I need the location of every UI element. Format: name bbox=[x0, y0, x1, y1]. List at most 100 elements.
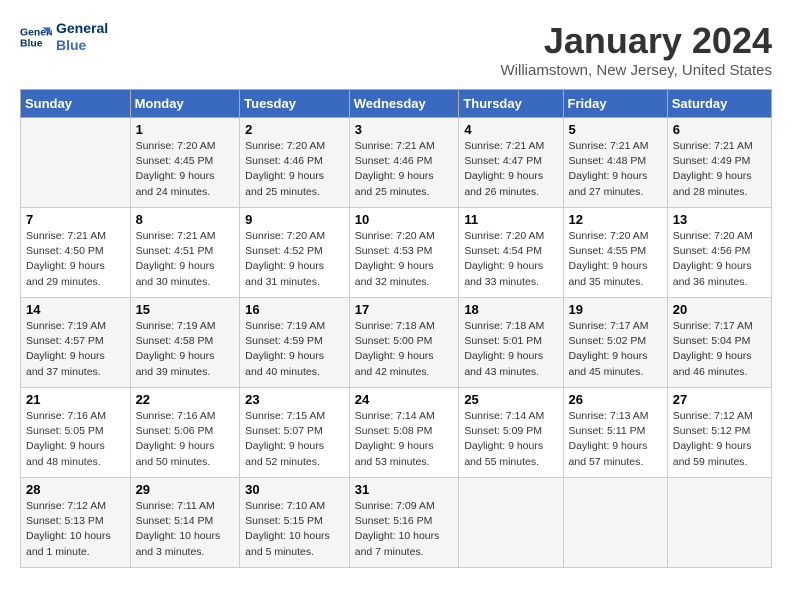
day-info: Sunrise: 7:11 AM Sunset: 5:14 PM Dayligh… bbox=[136, 499, 235, 560]
day-number: 8 bbox=[136, 212, 235, 227]
day-number: 5 bbox=[569, 122, 662, 137]
day-of-week-header: Friday bbox=[563, 90, 667, 118]
calendar-day-cell: 3 Sunrise: 7:21 AM Sunset: 4:46 PM Daylig… bbox=[349, 118, 459, 208]
day-number: 6 bbox=[673, 122, 766, 137]
logo-line2: Blue bbox=[56, 37, 108, 54]
day-number: 13 bbox=[673, 212, 766, 227]
calendar-week-row: 1 Sunrise: 7:20 AM Sunset: 4:45 PM Daylig… bbox=[21, 118, 772, 208]
calendar-day-cell: 2 Sunrise: 7:20 AM Sunset: 4:46 PM Daylig… bbox=[240, 118, 350, 208]
day-number: 18 bbox=[464, 302, 557, 317]
calendar-day-cell: 25 Sunrise: 7:14 AM Sunset: 5:09 PM Dayli… bbox=[459, 388, 563, 478]
day-number: 30 bbox=[245, 482, 344, 497]
calendar-week-row: 7Sunrise: 7:21 AM Sunset: 4:50 PM Daylig… bbox=[21, 208, 772, 298]
calendar-day-cell bbox=[21, 118, 131, 208]
calendar-day-cell bbox=[667, 478, 771, 568]
calendar-day-cell: 16Sunrise: 7:19 AM Sunset: 4:59 PM Dayli… bbox=[240, 298, 350, 388]
day-info: Sunrise: 7:19 AM Sunset: 4:58 PM Dayligh… bbox=[136, 319, 235, 380]
calendar-day-cell: 24 Sunrise: 7:14 AM Sunset: 5:08 PM Dayli… bbox=[349, 388, 459, 478]
day-number: 15 bbox=[136, 302, 235, 317]
day-number: 23 bbox=[245, 392, 344, 407]
calendar-day-cell: 7Sunrise: 7:21 AM Sunset: 4:50 PM Daylig… bbox=[21, 208, 131, 298]
calendar-day-cell: 12Sunrise: 7:20 AM Sunset: 4:55 PM Dayli… bbox=[563, 208, 667, 298]
day-info: Sunrise: 7:20 AM Sunset: 4:54 PM Dayligh… bbox=[464, 229, 557, 290]
day-number: 20 bbox=[673, 302, 766, 317]
logo: General Blue General Blue bbox=[20, 20, 108, 54]
day-number: 24 bbox=[355, 392, 454, 407]
day-number: 7 bbox=[26, 212, 125, 227]
calendar-day-cell: 11 Sunrise: 7:20 AM Sunset: 4:54 PM Dayli… bbox=[459, 208, 563, 298]
calendar-day-cell: 30 Sunrise: 7:10 AM Sunset: 5:15 PM Dayli… bbox=[240, 478, 350, 568]
day-number: 2 bbox=[245, 122, 344, 137]
day-info: Sunrise: 7:15 AM Sunset: 5:07 PM Dayligh… bbox=[245, 409, 344, 470]
day-number: 27 bbox=[673, 392, 766, 407]
calendar-table: SundayMondayTuesdayWednesdayThursdayFrid… bbox=[20, 89, 772, 568]
calendar-day-cell: 26 Sunrise: 7:13 AM Sunset: 5:11 PM Dayli… bbox=[563, 388, 667, 478]
location-title: Williamstown, New Jersey, United States bbox=[501, 62, 772, 79]
calendar-day-cell: 15 Sunrise: 7:19 AM Sunset: 4:58 PM Dayli… bbox=[130, 298, 240, 388]
day-info: Sunrise: 7:19 AM Sunset: 4:59 PM Dayligh… bbox=[245, 319, 344, 380]
day-info: Sunrise: 7:17 AM Sunset: 5:04 PM Dayligh… bbox=[673, 319, 766, 380]
calendar-day-cell: 14Sunrise: 7:19 AM Sunset: 4:57 PM Dayli… bbox=[21, 298, 131, 388]
day-info: Sunrise: 7:14 AM Sunset: 5:09 PM Dayligh… bbox=[464, 409, 557, 470]
day-number: 25 bbox=[464, 392, 557, 407]
logo-line1: General bbox=[56, 20, 108, 37]
calendar-day-cell: 27 Sunrise: 7:12 AM Sunset: 5:12 PM Dayli… bbox=[667, 388, 771, 478]
calendar-day-cell: 21 Sunrise: 7:16 AM Sunset: 5:05 PM Dayli… bbox=[21, 388, 131, 478]
calendar-week-row: 21 Sunrise: 7:16 AM Sunset: 5:05 PM Dayli… bbox=[21, 388, 772, 478]
calendar-day-cell bbox=[459, 478, 563, 568]
calendar-day-cell: 9 Sunrise: 7:20 AM Sunset: 4:52 PM Daylig… bbox=[240, 208, 350, 298]
day-info: Sunrise: 7:16 AM Sunset: 5:06 PM Dayligh… bbox=[136, 409, 235, 470]
calendar-day-cell: 4 Sunrise: 7:21 AM Sunset: 4:47 PM Daylig… bbox=[459, 118, 563, 208]
calendar-header-row: SundayMondayTuesdayWednesdayThursdayFrid… bbox=[21, 90, 772, 118]
day-number: 21 bbox=[26, 392, 125, 407]
day-info: Sunrise: 7:21 AM Sunset: 4:51 PM Dayligh… bbox=[136, 229, 235, 290]
calendar-day-cell: 28Sunrise: 7:12 AM Sunset: 5:13 PM Dayli… bbox=[21, 478, 131, 568]
calendar-day-cell: 31Sunrise: 7:09 AM Sunset: 5:16 PM Dayli… bbox=[349, 478, 459, 568]
month-title: January 2024 bbox=[501, 20, 772, 62]
day-of-week-header: Saturday bbox=[667, 90, 771, 118]
calendar-day-cell: 13 Sunrise: 7:20 AM Sunset: 4:56 PM Dayli… bbox=[667, 208, 771, 298]
day-info: Sunrise: 7:18 AM Sunset: 5:01 PM Dayligh… bbox=[464, 319, 557, 380]
day-of-week-header: Tuesday bbox=[240, 90, 350, 118]
day-info: Sunrise: 7:12 AM Sunset: 5:13 PM Dayligh… bbox=[26, 499, 125, 560]
day-number: 1 bbox=[136, 122, 235, 137]
day-info: Sunrise: 7:20 AM Sunset: 4:46 PM Dayligh… bbox=[245, 139, 344, 200]
calendar-day-cell: 19Sunrise: 7:17 AM Sunset: 5:02 PM Dayli… bbox=[563, 298, 667, 388]
day-of-week-header: Thursday bbox=[459, 90, 563, 118]
calendar-week-row: 14Sunrise: 7:19 AM Sunset: 4:57 PM Dayli… bbox=[21, 298, 772, 388]
day-info: Sunrise: 7:21 AM Sunset: 4:46 PM Dayligh… bbox=[355, 139, 454, 200]
day-info: Sunrise: 7:19 AM Sunset: 4:57 PM Dayligh… bbox=[26, 319, 125, 380]
day-number: 4 bbox=[464, 122, 557, 137]
day-number: 10 bbox=[355, 212, 454, 227]
day-info: Sunrise: 7:20 AM Sunset: 4:45 PM Dayligh… bbox=[136, 139, 235, 200]
logo-icon: General Blue bbox=[20, 21, 52, 53]
day-number: 17 bbox=[355, 302, 454, 317]
day-of-week-header: Sunday bbox=[21, 90, 131, 118]
calendar-day-cell: 10 Sunrise: 7:20 AM Sunset: 4:53 PM Dayli… bbox=[349, 208, 459, 298]
calendar-day-cell: 18 Sunrise: 7:18 AM Sunset: 5:01 PM Dayli… bbox=[459, 298, 563, 388]
day-info: Sunrise: 7:18 AM Sunset: 5:00 PM Dayligh… bbox=[355, 319, 454, 380]
day-info: Sunrise: 7:20 AM Sunset: 4:53 PM Dayligh… bbox=[355, 229, 454, 290]
day-info: Sunrise: 7:09 AM Sunset: 5:16 PM Dayligh… bbox=[355, 499, 454, 560]
day-number: 12 bbox=[569, 212, 662, 227]
day-number: 26 bbox=[569, 392, 662, 407]
calendar-day-cell: 22Sunrise: 7:16 AM Sunset: 5:06 PM Dayli… bbox=[130, 388, 240, 478]
day-info: Sunrise: 7:20 AM Sunset: 4:52 PM Dayligh… bbox=[245, 229, 344, 290]
calendar-day-cell: 23 Sunrise: 7:15 AM Sunset: 5:07 PM Dayli… bbox=[240, 388, 350, 478]
day-info: Sunrise: 7:10 AM Sunset: 5:15 PM Dayligh… bbox=[245, 499, 344, 560]
day-info: Sunrise: 7:16 AM Sunset: 5:05 PM Dayligh… bbox=[26, 409, 125, 470]
calendar-day-cell: 6Sunrise: 7:21 AM Sunset: 4:49 PM Daylig… bbox=[667, 118, 771, 208]
calendar-day-cell: 1 Sunrise: 7:20 AM Sunset: 4:45 PM Daylig… bbox=[130, 118, 240, 208]
calendar-day-cell bbox=[563, 478, 667, 568]
day-number: 9 bbox=[245, 212, 344, 227]
calendar-day-cell: 29 Sunrise: 7:11 AM Sunset: 5:14 PM Dayli… bbox=[130, 478, 240, 568]
day-info: Sunrise: 7:20 AM Sunset: 4:56 PM Dayligh… bbox=[673, 229, 766, 290]
day-number: 3 bbox=[355, 122, 454, 137]
day-number: 19 bbox=[569, 302, 662, 317]
day-number: 11 bbox=[464, 212, 557, 227]
day-info: Sunrise: 7:12 AM Sunset: 5:12 PM Dayligh… bbox=[673, 409, 766, 470]
day-info: Sunrise: 7:21 AM Sunset: 4:47 PM Dayligh… bbox=[464, 139, 557, 200]
day-info: Sunrise: 7:13 AM Sunset: 5:11 PM Dayligh… bbox=[569, 409, 662, 470]
day-number: 29 bbox=[136, 482, 235, 497]
day-info: Sunrise: 7:14 AM Sunset: 5:08 PM Dayligh… bbox=[355, 409, 454, 470]
